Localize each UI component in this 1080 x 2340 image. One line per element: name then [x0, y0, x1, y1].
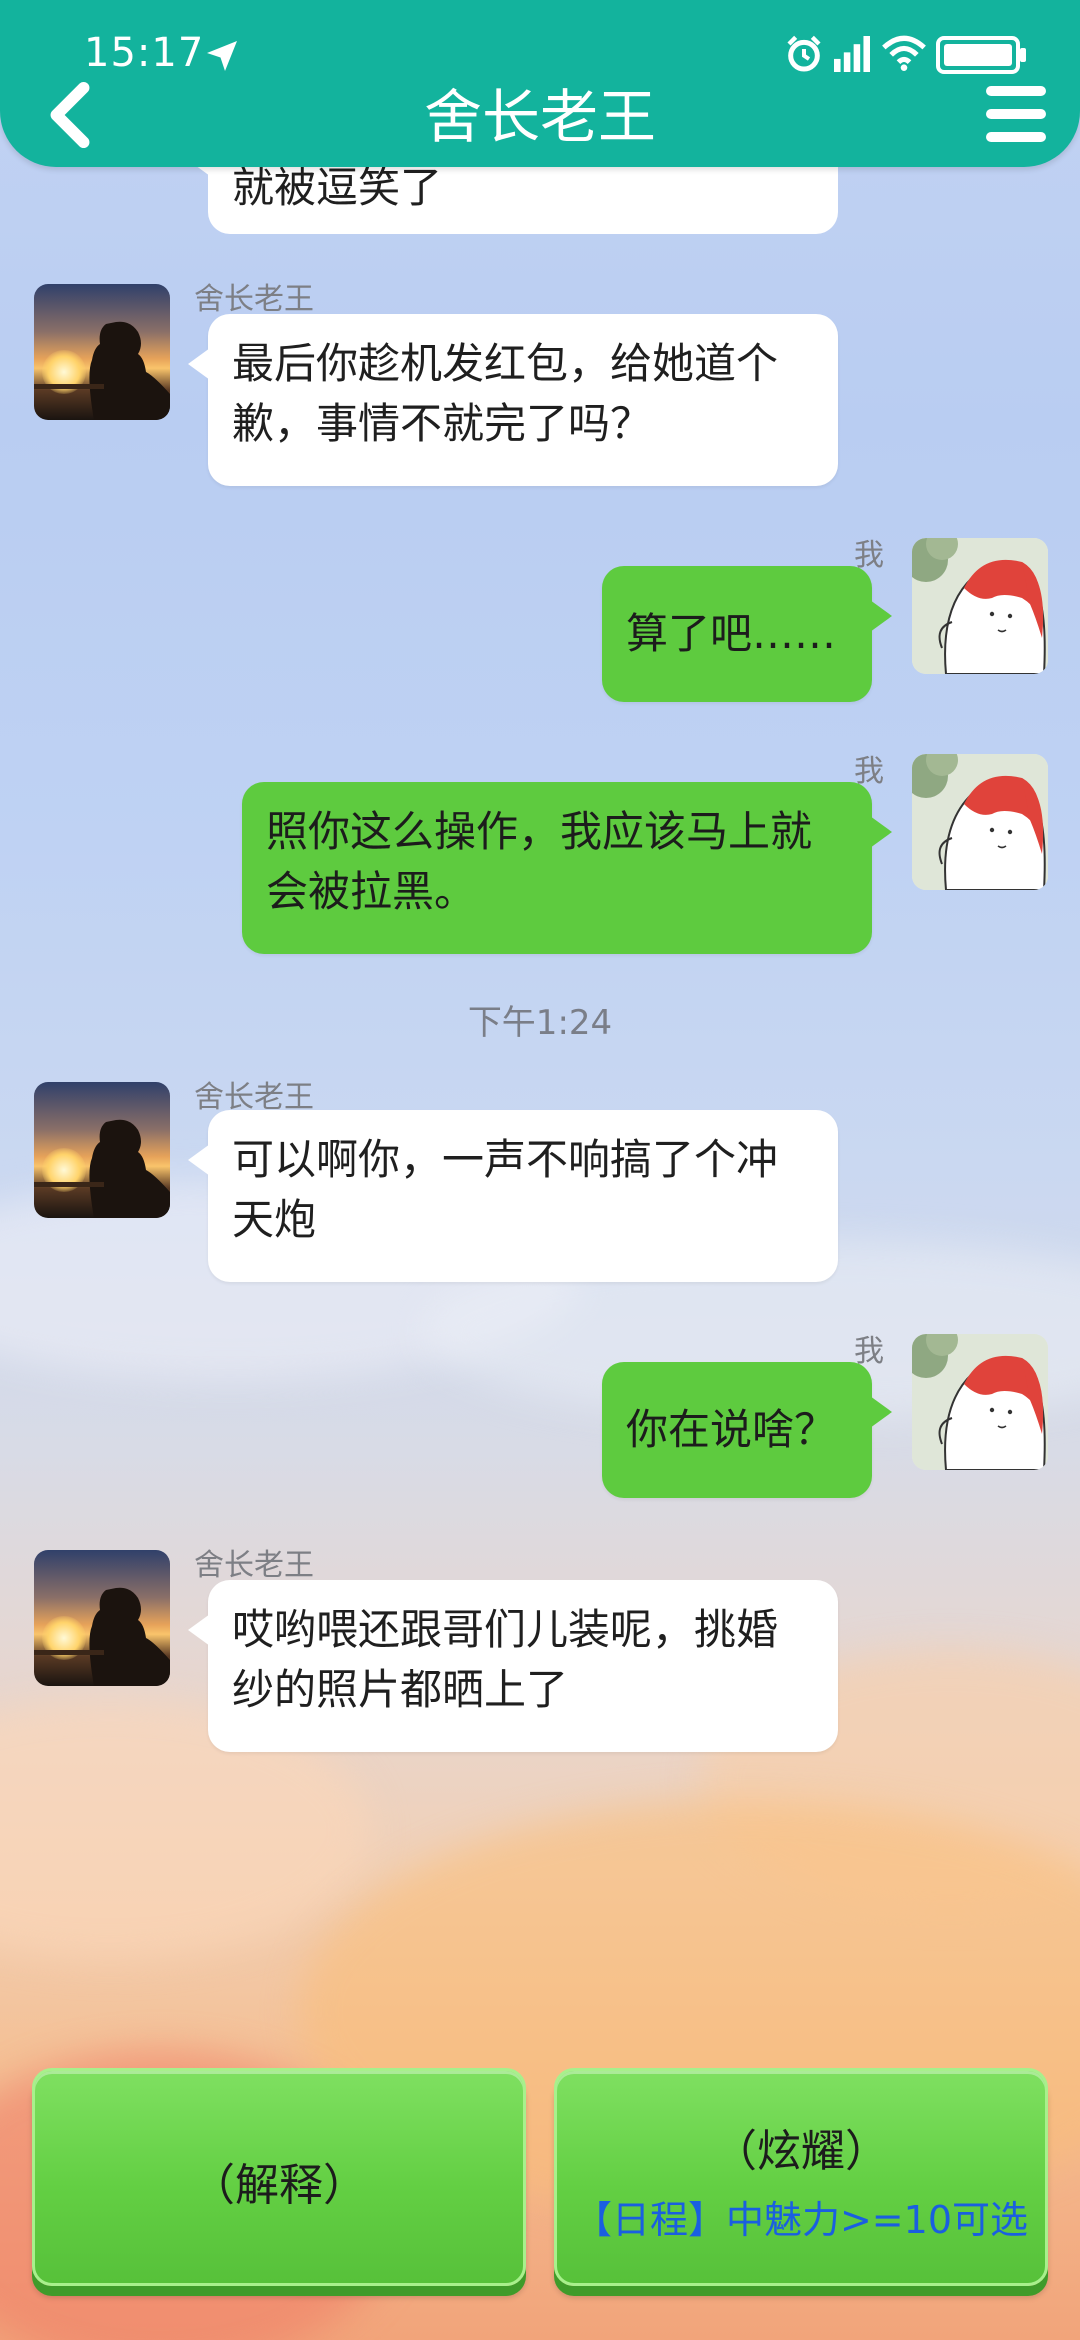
choice-label: （炫耀） — [713, 2126, 889, 2177]
location-arrow-icon — [207, 41, 237, 71]
message-text: 纱的照片都晒上了 — [232, 1665, 569, 1714]
menu-icon[interactable] — [986, 86, 1046, 142]
message-text: 歉，事情不就完了吗？ — [232, 399, 653, 448]
avatar[interactable] — [912, 538, 1048, 674]
message-text: 你在说啥？ — [626, 1405, 837, 1454]
message-bubble: 照你这么操作，我应该马上就 会被拉黑。 — [242, 782, 892, 954]
wifi-icon — [882, 35, 926, 71]
message-bubble: 算了吧…… — [602, 566, 892, 702]
avatar[interactable] — [34, 284, 170, 420]
signal-icon — [834, 36, 870, 72]
message-text: 算了吧…… — [626, 609, 837, 658]
message-text: 会被拉黑。 — [266, 867, 477, 916]
alarm-icon — [787, 35, 821, 72]
message-text: 哎哟喂还跟哥们儿装呢，挑婚 — [232, 1605, 779, 1654]
avatar[interactable] — [912, 1334, 1048, 1470]
sender-name: 舍长老王 — [194, 282, 314, 317]
message-bubble: 你在说啥？ — [602, 1362, 892, 1498]
message-timestamp: 下午1:24 — [467, 1003, 613, 1043]
chat-title: 舍长老王 — [423, 83, 656, 151]
message-text: 天炮 — [232, 1195, 317, 1244]
message-bubble: 哎哟喂还跟哥们儿装呢，挑婚 纱的照片都晒上了 — [188, 1580, 838, 1752]
message-bubble: 最后你趁机发红包，给她道个 歉，事情不就完了吗？ — [188, 314, 838, 486]
avatar[interactable] — [34, 1550, 170, 1686]
choice-condition-text: 【日程】中魅力>=10可选 — [573, 2198, 1029, 2242]
battery-icon — [936, 36, 1026, 74]
chat-header: 15:17 舍长老王 — [0, 0, 1080, 167]
choice-show-off-button[interactable]: （炫耀） 【日程】中魅力>=10可选 — [554, 2068, 1048, 2286]
avatar[interactable] — [912, 754, 1048, 890]
chat-screen: 15:17 舍长老王 就被逗笑了 舍长老王 最后你趁机发红包，给她道个 歉，事情… — [0, 0, 1080, 2340]
sender-name: 舍长老王 — [194, 1548, 314, 1583]
message-text: 可以啊你，一声不响搞了个冲 — [232, 1135, 779, 1184]
choice-label: （解释） — [191, 2160, 367, 2211]
message-text: 最后你趁机发红包，给她道个 — [232, 339, 779, 388]
avatar[interactable] — [34, 1082, 170, 1218]
message-bubble: 可以啊你，一声不响搞了个冲 天炮 — [188, 1110, 838, 1282]
message-text: 就被逗笑了 — [232, 163, 443, 212]
choice-explain-button[interactable]: （解释） — [32, 2068, 526, 2286]
message-text: 照你这么操作，我应该马上就 — [266, 807, 813, 856]
